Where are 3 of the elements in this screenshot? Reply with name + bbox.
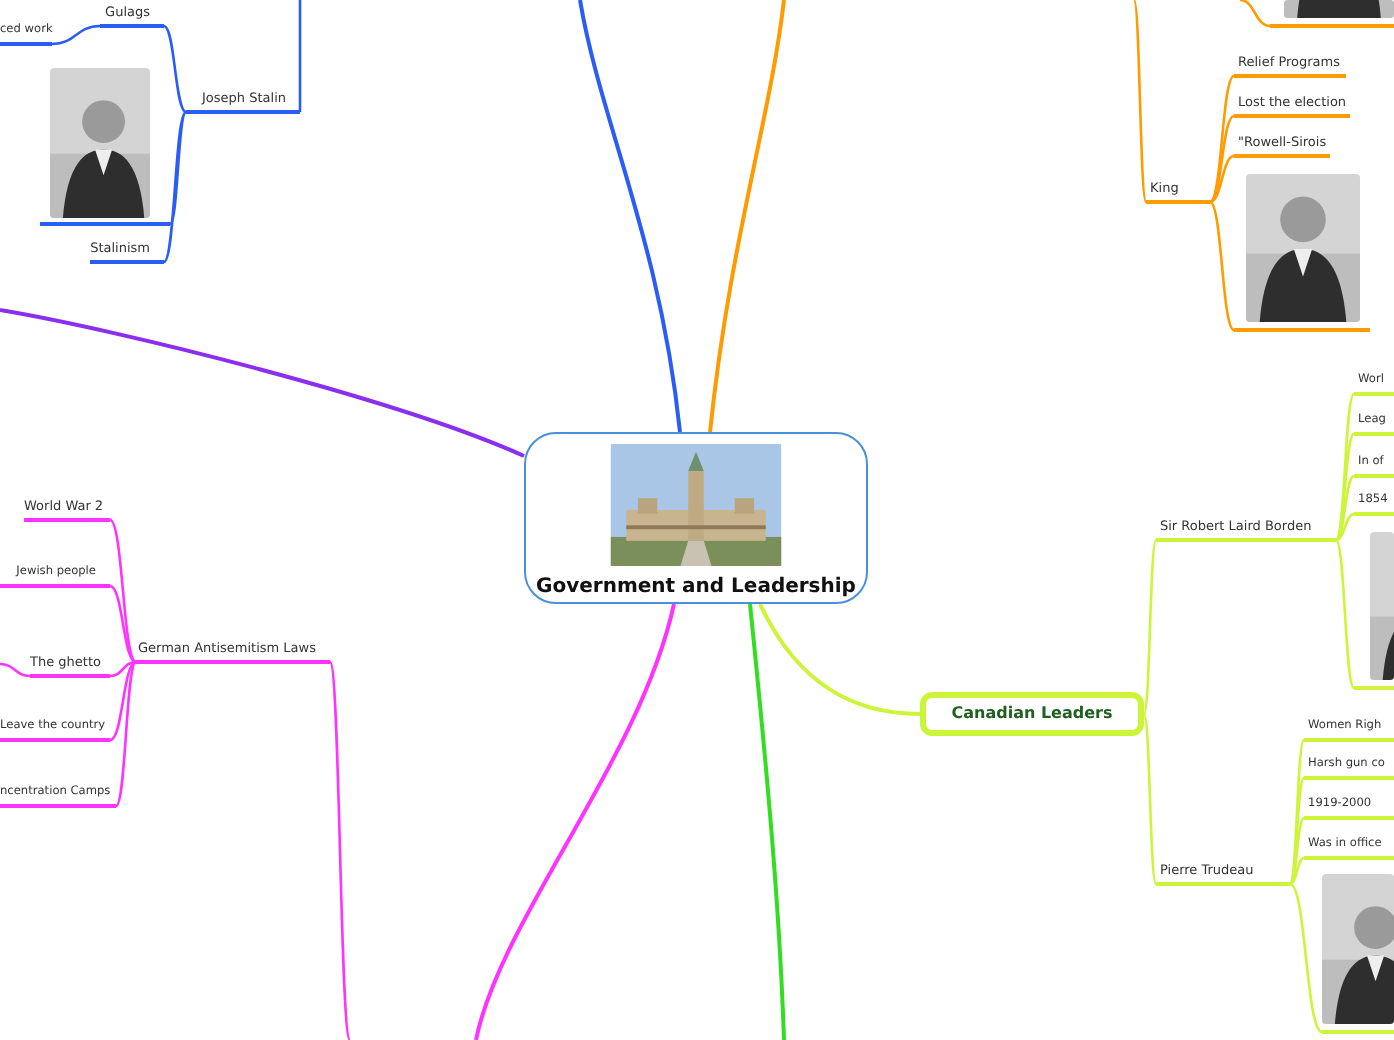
topic-box[interactable]: Canadian Leaders xyxy=(920,692,1144,736)
topic-title: Government and Leadership xyxy=(536,574,856,602)
central-topic[interactable]: Government and Leadership xyxy=(524,432,868,604)
